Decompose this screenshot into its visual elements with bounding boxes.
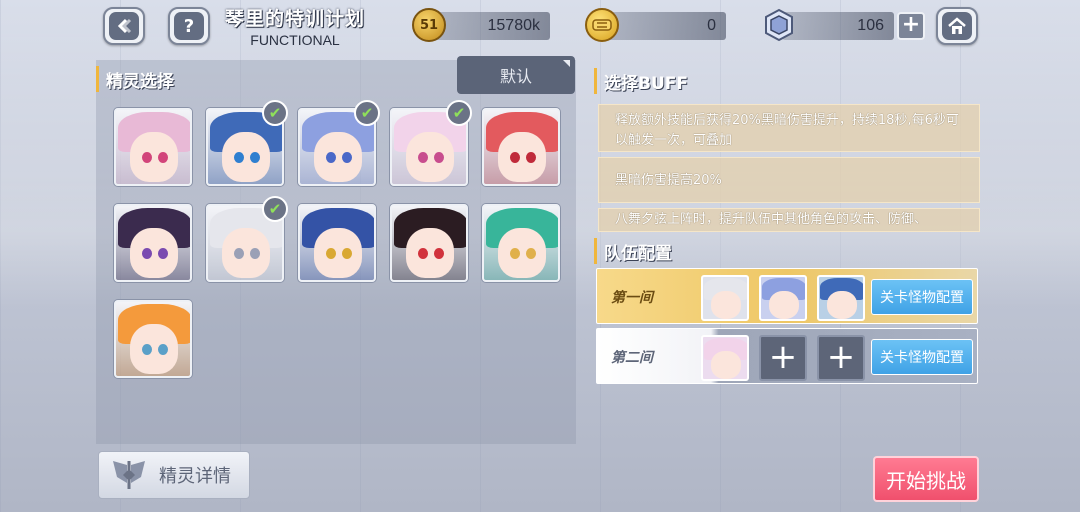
- selected-check-icon: ✔: [354, 100, 380, 126]
- spirit-portrait[interactable]: [482, 204, 560, 282]
- team-heading: 队伍配置: [594, 234, 672, 268]
- buff-heading: 选择BUFF: [594, 64, 688, 98]
- title-block: 琴里的特训计划 FUNCTIONAL: [220, 4, 370, 48]
- spirit-portrait[interactable]: [390, 204, 468, 282]
- buff-option-3[interactable]: 八舞夕弦上阵时，提升队伍中其他角色的攻击、防御、: [598, 208, 980, 232]
- team-row-2[interactable]: 第二间 + + 关卡怪物配置: [596, 328, 978, 384]
- team-row-1[interactable]: 第一间 关卡怪物配置: [596, 268, 978, 324]
- monster-config-button-2[interactable]: 关卡怪物配置: [871, 339, 973, 375]
- back-button[interactable]: [103, 7, 145, 45]
- team-row-2-label: 第二间: [611, 350, 653, 366]
- help-button[interactable]: ?: [168, 7, 210, 45]
- home-button[interactable]: [936, 7, 978, 45]
- page-subtitle: FUNCTIONAL: [250, 32, 340, 48]
- page-title: 琴里的特训计划: [224, 8, 365, 30]
- spirit-portrait[interactable]: [482, 108, 560, 186]
- crystal-icon: [762, 8, 796, 42]
- team-slot-spirit[interactable]: [759, 275, 807, 321]
- selected-check-icon: ✔: [446, 100, 472, 126]
- spirit-portrait[interactable]: [114, 204, 192, 282]
- coin-value: 15780k: [487, 17, 541, 34]
- wing-emblem-icon: [113, 461, 145, 489]
- add-spirit-slot[interactable]: +: [759, 335, 807, 381]
- default-sort-dropdown[interactable]: 默认: [457, 56, 575, 94]
- team-slot-spirit[interactable]: [701, 275, 749, 321]
- default-sort-label: 默认: [499, 67, 532, 86]
- question-icon: ?: [174, 12, 204, 40]
- monster-config-button-1[interactable]: 关卡怪物配置: [871, 279, 973, 315]
- spirit-portrait[interactable]: [114, 300, 192, 378]
- gold-counter: 0: [602, 12, 726, 40]
- coin-glyph: 51: [419, 17, 439, 33]
- crystal-counter: 106: [782, 12, 894, 40]
- gold-value: 0: [707, 17, 716, 34]
- dropdown-corner-icon: [563, 60, 570, 67]
- spirit-detail-button[interactable]: 精灵详情: [98, 451, 250, 499]
- selected-check-icon: ✔: [262, 196, 288, 222]
- coin-icon: 51: [412, 8, 446, 42]
- gold-coin-icon: [585, 8, 619, 42]
- team-row-1-label: 第一间: [611, 290, 653, 306]
- team-slot-spirit[interactable]: [701, 335, 749, 381]
- spirit-portrait[interactable]: [298, 204, 376, 282]
- spirit-select-heading: 精灵选择: [96, 62, 174, 96]
- crystal-value: 106: [857, 17, 884, 34]
- buff-text-3: 八舞夕弦上阵时，提升队伍中其他角色的攻击、防御、: [615, 212, 928, 227]
- home-icon: [942, 12, 972, 40]
- spirit-detail-label: 精灵详情: [159, 466, 231, 487]
- spirit-portrait[interactable]: [114, 108, 192, 186]
- add-crystal-button[interactable]: +: [897, 12, 925, 40]
- buff-option-1[interactable]: 释放额外技能后获得20%黑暗伤害提升，持续18秒,每6秒可以触发一次，可叠加: [598, 104, 980, 152]
- add-spirit-slot[interactable]: +: [817, 335, 865, 381]
- buff-option-2[interactable]: 黑暗伤害提高20%: [598, 157, 980, 203]
- selected-check-icon: ✔: [262, 100, 288, 126]
- back-arrow-icon: [109, 12, 139, 40]
- start-challenge-button[interactable]: 开始挑战: [873, 456, 979, 502]
- buff-text-1: 释放额外技能后获得20%黑暗伤害提升，持续18秒,每6秒可以触发一次，可叠加: [615, 113, 959, 148]
- team-slot-spirit[interactable]: [817, 275, 865, 321]
- buff-text-2: 黑暗伤害提高20%: [615, 173, 722, 188]
